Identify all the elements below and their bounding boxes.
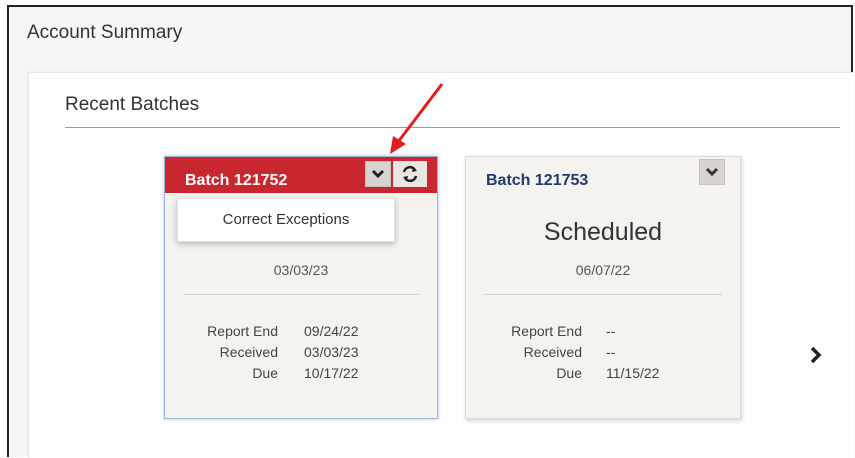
detail-row: Report End --	[496, 321, 659, 342]
detail-label: Due	[556, 365, 582, 381]
batch-details: Report End -- Received -- Due 11/15/22	[496, 321, 659, 384]
chevron-down-icon	[705, 167, 719, 177]
batch-menu-dropdown: Correct Exceptions	[177, 198, 395, 242]
detail-label: Report End	[511, 323, 582, 339]
batch-card[interactable]: Batch 121752 Correct Exceptions 03/03/23	[164, 156, 438, 419]
sync-button[interactable]	[393, 161, 427, 187]
batch-menu-button[interactable]	[699, 159, 725, 185]
annotation-arrow-icon	[390, 83, 444, 154]
batch-title[interactable]: Batch 121752	[185, 172, 287, 190]
batch-card[interactable]: Batch 121753 Scheduled 06/07/22 Report E…	[465, 156, 741, 419]
detail-label: Due	[252, 365, 278, 381]
menu-item-correct-exceptions[interactable]: Correct Exceptions	[178, 199, 394, 241]
batch-menu-button[interactable]	[365, 161, 391, 187]
detail-value: --	[606, 323, 616, 339]
sync-icon	[402, 165, 418, 183]
detail-label: Received	[219, 344, 278, 360]
detail-label: Received	[523, 344, 582, 360]
batch-card-header: Batch 121752	[165, 157, 437, 193]
detail-row: Received 03/03/23	[192, 342, 359, 363]
detail-row: Due 11/15/22	[496, 363, 659, 384]
detail-row: Due 10/17/22	[192, 363, 359, 384]
card-divider	[183, 294, 419, 295]
detail-value: 03/03/23	[304, 344, 359, 360]
detail-value: 09/24/22	[304, 323, 359, 339]
batch-status: Scheduled	[543, 218, 663, 246]
batch-details: Report End 09/24/22 Received 03/03/23 Du…	[192, 321, 359, 384]
card-divider	[484, 294, 722, 295]
chevron-right-icon	[810, 346, 822, 364]
detail-row: Received --	[496, 342, 659, 363]
section-title: Recent Batches	[65, 94, 200, 115]
batch-title[interactable]: Batch 121753	[486, 172, 588, 190]
chevron-down-icon	[371, 169, 385, 179]
status-date: 06/07/22	[575, 262, 631, 278]
detail-label: Report End	[207, 323, 278, 339]
detail-value: 11/15/22	[606, 365, 660, 381]
section-divider	[65, 127, 840, 128]
next-page-button[interactable]	[806, 343, 826, 367]
status-date: 03/03/23	[273, 262, 329, 278]
batch-card-header: Batch 121753	[466, 157, 740, 193]
page-title: Account Summary	[27, 22, 183, 43]
detail-row: Report End 09/24/22	[192, 321, 359, 342]
detail-value: --	[606, 344, 616, 360]
detail-value: 10/17/22	[304, 365, 359, 381]
